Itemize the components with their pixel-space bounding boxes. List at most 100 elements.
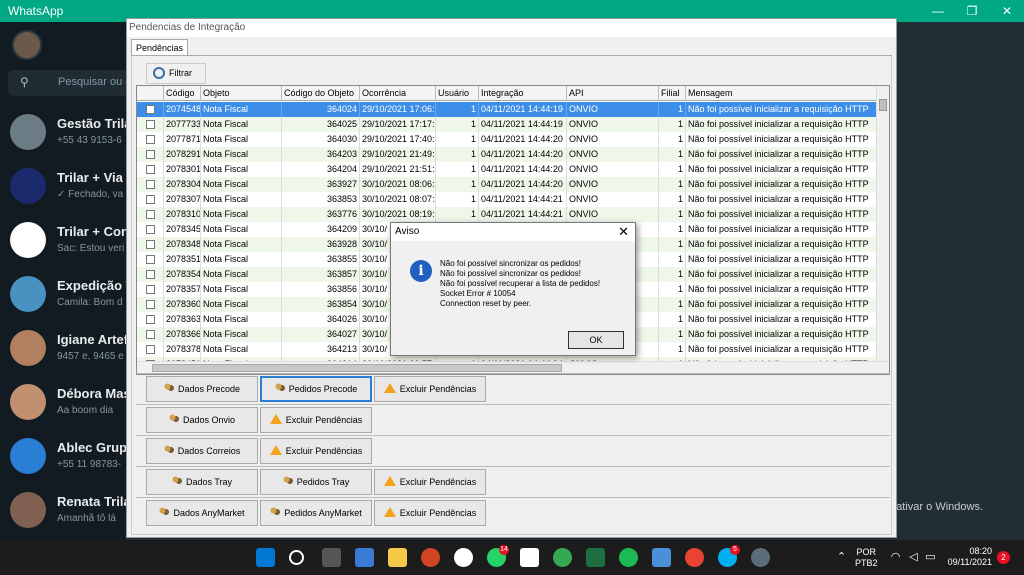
widgets-icon[interactable] [355, 548, 374, 567]
pedidos-precode-button[interactable]: Pedidos Precode [260, 376, 372, 402]
dados-precode-button[interactable]: Dados Precode [146, 376, 258, 402]
chat-item[interactable]: Gestão Trilar +55 43 9153-6 [0, 106, 126, 160]
powerpoint-icon[interactable] [421, 548, 440, 567]
notification-badge[interactable]: 2 [997, 551, 1010, 564]
row-checkbox[interactable] [146, 330, 155, 339]
scroll-thumb[interactable] [152, 364, 562, 372]
chevron-up-icon[interactable]: ⌃ [832, 548, 851, 567]
search-icon[interactable] [289, 550, 304, 565]
windows-start-icon[interactable] [256, 548, 275, 567]
chat-item[interactable]: Trilar + Con Sac: Estou veri [0, 214, 126, 268]
message-line: Não foi possível recuperar a lista de pe… [440, 279, 601, 288]
filter-button[interactable]: Filtrar [146, 63, 206, 84]
row-checkbox[interactable] [146, 225, 155, 234]
row-checkbox[interactable] [146, 120, 155, 129]
row-checkbox[interactable] [146, 315, 155, 324]
dados-correios-button[interactable]: Dados Correios [146, 438, 258, 464]
whatsapp-search[interactable]: ⚲ Pesquisar ou c [8, 70, 126, 96]
column-header[interactable]: Código do Objeto [282, 86, 360, 101]
grid-cell: 2074548 [164, 102, 201, 117]
sync-app-icon[interactable] [751, 548, 770, 567]
row-checkbox[interactable] [146, 285, 155, 294]
vertical-scrollbar[interactable] [876, 86, 889, 362]
close-icon[interactable]: ✕ [990, 0, 1024, 22]
chrome-icon[interactable] [553, 548, 572, 567]
excluir-pendencias-button[interactable]: Excluir Pendências [374, 500, 486, 526]
dados-tray-button[interactable]: Dados Tray [146, 469, 258, 495]
row-checkbox[interactable] [146, 180, 155, 189]
button-label: Dados Correios [177, 446, 241, 456]
chat-item[interactable]: Ablec Grupo +55 11 98783- [0, 430, 126, 484]
column-header[interactable]: Objeto [201, 86, 282, 101]
grid-cell: Nota Fiscal [201, 237, 282, 252]
notion-icon[interactable] [520, 548, 539, 567]
table-row[interactable]: 2078304 Nota Fiscal 363927 30/10/2021 08:06… [137, 177, 882, 192]
pedidos-tray-button[interactable]: Pedidos Tray [260, 469, 372, 495]
row-checkbox[interactable] [146, 165, 155, 174]
table-row[interactable]: 2078301 Nota Fiscal 364204 29/10/2021 21:51… [137, 162, 882, 177]
excluir-pendencias-button[interactable]: Excluir Pendências [374, 376, 486, 402]
maximize-icon[interactable]: ❐ [955, 0, 989, 22]
chat-avatar [10, 330, 46, 366]
language-indicator[interactable]: POR PTB2 [855, 547, 878, 569]
close-icon[interactable]: ✕ [618, 223, 629, 241]
battery-icon[interactable]: ▭ [921, 548, 940, 567]
profile-avatar[interactable] [12, 30, 42, 60]
row-checkbox[interactable] [146, 150, 155, 159]
column-header[interactable]: Integração [479, 86, 567, 101]
excel-icon[interactable] [586, 548, 605, 567]
table-row[interactable]: 2078310 Nota Fiscal 363776 30/10/2021 08:19… [137, 207, 882, 222]
ok-button[interactable]: OK [568, 331, 624, 349]
row-checkbox[interactable] [146, 195, 155, 204]
table-row[interactable]: 2074548 Nota Fiscal 364024 29/10/2021 17:06… [137, 102, 882, 117]
column-header[interactable]: Mensagem [686, 86, 882, 101]
chat-item[interactable]: Igiane Artef 9457 e, 9465 e [0, 322, 126, 376]
task-view-icon[interactable] [322, 548, 341, 567]
excluir-pendencias-button[interactable]: Excluir Pendências [260, 407, 372, 433]
clock[interactable]: 08:20 09/11/2021 [946, 546, 992, 568]
column-header[interactable]: Código [164, 86, 201, 101]
grid-cell: 29/10/2021 21:51:4 [360, 162, 436, 177]
row-checkbox[interactable] [146, 210, 155, 219]
dados-anymarket-button[interactable]: Dados AnyMarket [146, 500, 258, 526]
excluir-pendencias-button[interactable]: Excluir Pendências [260, 438, 372, 464]
chat-item[interactable]: Trilar + Via V ✓ Fechado, va [0, 160, 126, 214]
dados-onvio-button[interactable]: Dados Onvio [146, 407, 258, 433]
wifi-icon[interactable]: ◠ [886, 548, 905, 567]
excluir-pendencias-button[interactable]: Excluir Pendências [374, 469, 486, 495]
grid-cell: ONVIO [567, 177, 659, 192]
minimize-icon[interactable]: — [921, 0, 955, 22]
pedidos-anymarket-button[interactable]: Pedidos AnyMarket [260, 500, 372, 526]
column-header[interactable]: Ocorrência [360, 86, 436, 101]
row-checkbox[interactable] [146, 135, 155, 144]
row-checkbox[interactable] [146, 240, 155, 249]
users-icon [163, 383, 174, 393]
row-checkbox[interactable] [146, 255, 155, 264]
notepad-icon[interactable] [652, 548, 671, 567]
row-checkbox[interactable] [146, 345, 155, 354]
chat-avatar [10, 438, 46, 474]
column-header[interactable]: Usuário [436, 86, 479, 101]
chat-item[interactable]: Expedição T Camila: Bom d [0, 268, 126, 322]
row-checkbox[interactable] [146, 270, 155, 279]
scroll-thumb[interactable] [879, 99, 887, 111]
column-header[interactable]: Filial [659, 86, 686, 101]
grid-cell: 04/11/2021 14:44:21 [479, 207, 567, 222]
table-row[interactable]: 2077871 Nota Fiscal 364030 29/10/2021 17:40… [137, 132, 882, 147]
chat-avatar [10, 222, 46, 258]
tab-pendencias[interactable]: Pendências [131, 39, 189, 56]
warning-icon [383, 507, 396, 517]
table-row[interactable]: 2078291 Nota Fiscal 364203 29/10/2021 21:49… [137, 147, 882, 162]
chat-item[interactable]: Renata Trilar Amanhã tô lá [0, 484, 126, 538]
table-row[interactable]: 2078307 Nota Fiscal 363853 30/10/2021 08:07… [137, 192, 882, 207]
chat-item[interactable]: Débora Mas Aa boom dia [0, 376, 126, 430]
chrome-profile-icon[interactable] [685, 548, 704, 567]
row-checkbox[interactable] [146, 105, 155, 114]
grid-cell: Não foi possível inicializar a requisiçã… [686, 102, 882, 117]
file-explorer-icon[interactable] [388, 548, 407, 567]
row-checkbox[interactable] [146, 300, 155, 309]
hubstaff-icon[interactable] [454, 548, 473, 567]
table-row[interactable]: 2077733 Nota Fiscal 364025 29/10/2021 17:17… [137, 117, 882, 132]
column-header[interactable]: API [567, 86, 659, 101]
spotify-icon[interactable] [619, 548, 638, 567]
